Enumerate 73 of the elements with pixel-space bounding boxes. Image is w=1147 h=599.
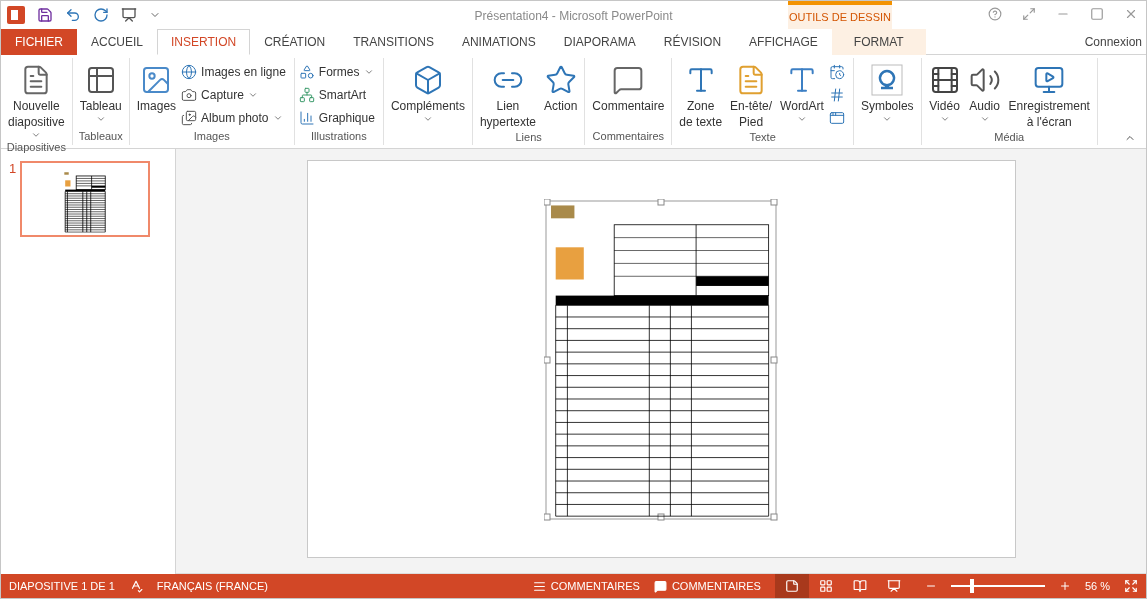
ribbon-button[interactable]: Vidéo [925, 62, 964, 130]
ribbon-display-icon[interactable] [1022, 7, 1036, 21]
omega-icon [871, 64, 904, 96]
contextual-tab-header: OUTILS DE DESSIN [788, 1, 892, 29]
screen-record-icon [1033, 64, 1066, 96]
redo-icon[interactable] [93, 7, 109, 23]
document-drawing[interactable] [63, 171, 108, 233]
diagram-icon [298, 87, 315, 103]
shapes-icon [298, 64, 315, 80]
slide-thumbnail[interactable] [20, 161, 151, 237]
ribbon-button[interactable]: Symboles [857, 62, 917, 129]
group-label: Média [994, 131, 1025, 143]
zoom-in-icon[interactable] [1058, 580, 1071, 592]
ribbon-button[interactable]: Images en ligne [181, 62, 290, 82]
comments-button[interactable]: COMMENTAIRES [653, 579, 761, 593]
window-title: Présentation4 - Microsoft PowerPoint [474, 9, 673, 23]
bar-chart-icon [298, 110, 315, 126]
file-tab[interactable]: FICHIER [1, 29, 77, 55]
hash-icon [828, 87, 845, 103]
star-icon [544, 64, 577, 96]
group-label: Texte [749, 131, 776, 143]
ribbon-button[interactable]: Album photo [181, 108, 290, 128]
notes-icon [532, 579, 546, 593]
ribbon-button[interactable]: Commentaire [589, 62, 668, 129]
grid-view-icon [818, 579, 833, 593]
slideshow-view-icon [886, 579, 901, 593]
ribbon-button[interactable]: Formes [298, 62, 379, 82]
normal-view-icon [784, 579, 799, 593]
zoom-slider-thumb[interactable] [969, 579, 974, 593]
sign-in-link[interactable]: Connexion [1084, 29, 1146, 54]
group-label: Commentaires [592, 130, 665, 142]
ribbon-button[interactable]: Compléments [387, 62, 468, 129]
language-indicator[interactable]: FRANÇAIS (FRANCE) [156, 580, 268, 592]
view-button[interactable] [774, 574, 809, 598]
ribbon-button[interactable]: SmartArt [298, 85, 379, 105]
camera-icon [181, 87, 198, 103]
group-label: Diapositives [6, 141, 66, 153]
reading-view-icon [852, 579, 867, 593]
window-icon [828, 110, 845, 126]
ribbon-button[interactable]: Images [133, 62, 180, 129]
slide-counter[interactable]: DIAPOSITIVE 1 DE 1 [9, 580, 115, 592]
notes-button[interactable]: COMMENTAIRES [532, 579, 640, 593]
undo-icon[interactable] [65, 7, 81, 23]
ribbon-button[interactable]: Zone de texte [676, 62, 726, 130]
ribbon-button[interactable]: Capture [181, 85, 290, 105]
close-icon[interactable] [1124, 7, 1138, 21]
group-label: Tableaux [78, 130, 123, 142]
help-icon[interactable] [988, 7, 1002, 21]
ribbon-button[interactable]: Nouvelle diapositive [5, 62, 68, 140]
slide-number: 1 [9, 161, 17, 176]
ribbon-tab[interactable]: FORMAT [831, 29, 926, 55]
ribbon-button[interactable]: Action [540, 62, 581, 130]
ribbon-button[interactable]: En-tête/ Pied [727, 62, 776, 130]
fit-to-window-icon[interactable] [1124, 579, 1138, 593]
globe-picture-icon [181, 64, 198, 80]
ribbon-button[interactable]: Enregistrement à l'écran [1005, 62, 1093, 130]
app-logo-icon [7, 6, 25, 24]
ribbon-button[interactable]: WordArt [777, 62, 827, 130]
zoom-level[interactable]: 56 % [1084, 580, 1110, 592]
group-label: Illustrations [311, 130, 367, 142]
group-label: Images [193, 130, 230, 142]
calendar-clock-icon [828, 64, 845, 80]
ribbon-button[interactable]: Lien hypertexte [476, 62, 539, 130]
ribbon-button[interactable]: Tableau [76, 62, 125, 129]
save-icon[interactable] [37, 7, 53, 23]
maximize-icon[interactable] [1090, 7, 1104, 21]
group-label: Liens [515, 131, 542, 143]
photo-album-icon [181, 110, 198, 126]
slideshow-icon[interactable] [121, 7, 137, 23]
ribbon-button[interactable]: Audio [965, 62, 1004, 130]
ribbon-button[interactable]: Graphique [298, 108, 379, 128]
comment-icon [653, 579, 667, 593]
ribbon-tab[interactable]: INSERTION [157, 29, 251, 55]
